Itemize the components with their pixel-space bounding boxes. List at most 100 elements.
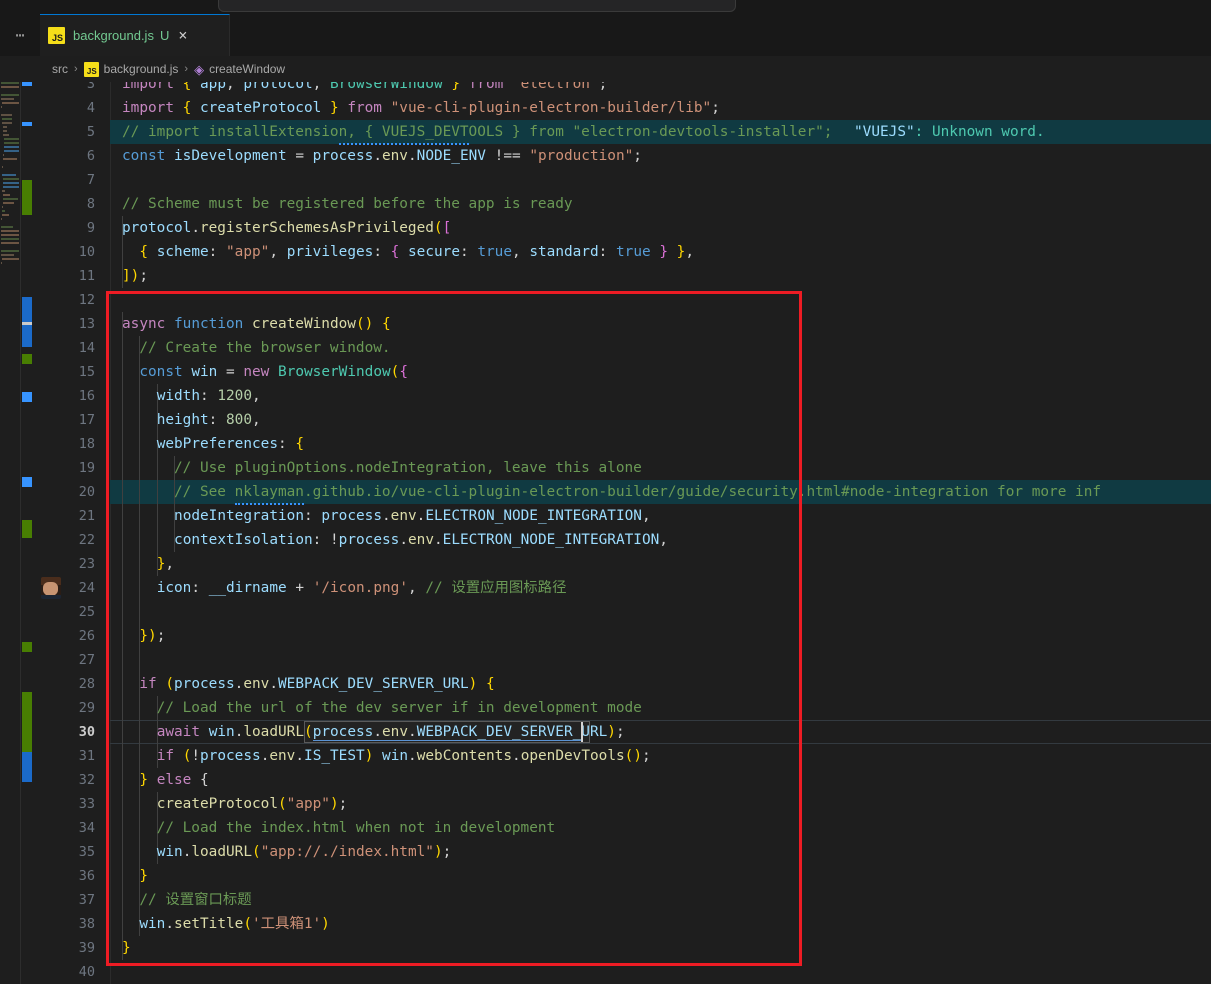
minimap-line xyxy=(1,262,3,264)
breadcrumb-item-symbol[interactable]: ◈ createWindow xyxy=(194,62,285,76)
code-line[interactable]: await win.loadURL(process.env.WEBPACK_DE… xyxy=(110,720,1211,744)
breadcrumb-separator-2: › xyxy=(184,63,189,75)
code-line[interactable]: }); xyxy=(110,624,1211,648)
code-editor[interactable]: 3 4 5 6 7 8 9 10 11 12 13 14 15 16 17 18 19 20 21 22 23 24 25 2… xyxy=(0,82,1211,984)
code-line[interactable]: } xyxy=(110,864,1211,888)
line-number: 32 xyxy=(78,772,95,788)
close-icon[interactable]: × xyxy=(178,28,187,43)
minimap-line xyxy=(3,142,19,144)
line-number: 39 xyxy=(78,940,95,956)
editor-tab-bar: ⋯ JS background.js U × xyxy=(0,14,1211,57)
minimap-line xyxy=(1,190,5,192)
code-line-text: // Create the browser window. xyxy=(139,340,391,356)
code-line-text: // Scheme must be registered before the … xyxy=(122,196,573,212)
code-line[interactable] xyxy=(110,648,1211,672)
code-line[interactable]: // Load the index.html when not in devel… xyxy=(110,816,1211,840)
code-line[interactable]: if (process.env.WEBPACK_DEV_SERVER_URL) … xyxy=(110,672,1211,696)
code-line[interactable]: const win = new BrowserWindow({ xyxy=(110,360,1211,384)
line-number: 27 xyxy=(78,652,95,668)
code-line-text: contextIsolation: !process.env.ELECTRON_… xyxy=(174,532,668,548)
line-number: 10 xyxy=(78,244,95,260)
code-line[interactable]: { scheme: "app", privileges: { secure: t… xyxy=(110,240,1211,264)
tab-overflow-dots-icon[interactable]: ⋯ xyxy=(0,14,40,56)
minimap-line xyxy=(1,250,19,252)
code-line[interactable]: createProtocol("app"); xyxy=(110,792,1211,816)
tab-label: background.js xyxy=(73,28,154,43)
editor-tab-background-js[interactable]: JS background.js U × xyxy=(40,14,230,56)
breadcrumb: src › JS background.js › ◈ createWindow xyxy=(0,56,1211,82)
code-line-text: height: 800, xyxy=(156,412,261,428)
code-line[interactable]: win.loadURL("app://./index.html"); xyxy=(110,840,1211,864)
hint-word: "VUEJS" xyxy=(854,124,915,140)
code-line[interactable]: const isDevelopment = process.env.NODE_E… xyxy=(110,144,1211,168)
code-line[interactable]: import { app, protocol, BrowserWindow } … xyxy=(110,82,1211,96)
code-line[interactable]: } else { xyxy=(110,768,1211,792)
code-line-text: import { createProtocol } from "vue-cli-… xyxy=(122,100,720,116)
code-line[interactable]: win.setTitle('工具箱1') xyxy=(110,912,1211,936)
line-number: 8 xyxy=(86,196,95,212)
line-number: 20 xyxy=(78,484,95,500)
code-line-text: }); xyxy=(139,628,166,644)
code-line[interactable]: // Create the browser window. xyxy=(110,336,1211,360)
spelling-squiggle xyxy=(338,139,469,145)
code-surface[interactable]: import { app, protocol, BrowserWindow } … xyxy=(110,82,1211,984)
code-line-text: win.setTitle('工具箱1') xyxy=(139,916,330,932)
code-line[interactable]: height: 800, xyxy=(110,408,1211,432)
code-line-text: const win = new BrowserWindow({ xyxy=(139,364,409,380)
code-line[interactable]: contextIsolation: !process.env.ELECTRON_… xyxy=(110,528,1211,552)
minimap-line xyxy=(1,174,16,176)
code-line[interactable]: import { createProtocol } from "vue-cli-… xyxy=(110,96,1211,120)
line-number: 35 xyxy=(78,844,95,860)
inline-diagnostic-hint: "VUEJS": Unknown word. xyxy=(110,120,1211,144)
code-line-text: if (process.env.WEBPACK_DEV_SERVER_URL) … xyxy=(139,676,495,692)
code-line-text: win.loadURL("app://./index.html"); xyxy=(156,844,452,860)
minimap-line xyxy=(1,230,19,232)
code-line-text: } xyxy=(122,940,131,956)
symbol-method-icon: ◈ xyxy=(194,61,205,77)
minimap-line xyxy=(1,106,3,108)
code-line[interactable]: // 设置窗口标题 xyxy=(110,888,1211,912)
code-line-text: } else { xyxy=(139,772,209,788)
code-line[interactable]: // Load the url of the dev server if in … xyxy=(110,696,1211,720)
line-number-gutter: 3 4 5 6 7 8 9 10 11 12 13 14 15 16 17 18 19 20 21 22 23 24 25 2… xyxy=(33,82,109,984)
minimap-line xyxy=(3,146,19,148)
breadcrumb-separator-1: › xyxy=(74,63,78,75)
minimap-line xyxy=(1,214,9,216)
code-line[interactable]: protocol.registerSchemesAsPrivileged([ xyxy=(110,216,1211,240)
minimap-line xyxy=(2,126,7,128)
code-line[interactable]: async function createWindow() { xyxy=(110,312,1211,336)
code-line[interactable]: nodeIntegration: process.env.ELECTRON_NO… xyxy=(110,504,1211,528)
code-line[interactable]: icon: __dirname + '/icon.png', // 设置应用图标… xyxy=(110,576,1211,600)
line-number: 36 xyxy=(78,868,95,884)
minimap-line xyxy=(2,158,18,160)
author-avatar[interactable] xyxy=(41,577,61,599)
vscode-window: ⋯ JS background.js U × src › JS backgrou… xyxy=(0,0,1211,984)
line-number: 12 xyxy=(78,292,95,308)
breadcrumb-item-folder[interactable]: src xyxy=(52,62,68,76)
code-line[interactable]: }, xyxy=(110,552,1211,576)
minimap-line xyxy=(1,242,19,244)
vertical-scrollbar[interactable] xyxy=(1201,82,1211,984)
code-line-text: if (!process.env.IS_TEST) win.webContent… xyxy=(156,748,651,764)
code-line[interactable]: if (!process.env.IS_TEST) win.webContent… xyxy=(110,744,1211,768)
minimap-line xyxy=(1,114,12,116)
code-line[interactable] xyxy=(110,960,1211,984)
code-line[interactable]: } xyxy=(110,936,1211,960)
code-line-text: webPreferences: { xyxy=(156,436,304,452)
code-line[interactable] xyxy=(110,168,1211,192)
code-line[interactable]: webPreferences: { xyxy=(110,432,1211,456)
partial-overlay-panel xyxy=(218,0,736,12)
line-number: 21 xyxy=(78,508,95,524)
code-line[interactable] xyxy=(110,288,1211,312)
code-line[interactable] xyxy=(110,600,1211,624)
code-line[interactable]: ]); xyxy=(110,264,1211,288)
minimap-line xyxy=(2,202,15,204)
code-line[interactable]: // Scheme must be registered before the … xyxy=(110,192,1211,216)
code-line-text: import { app, protocol, BrowserWindow } … xyxy=(122,82,608,92)
minimap-line xyxy=(2,130,7,132)
breadcrumb-item-file[interactable]: JS background.js xyxy=(83,61,178,77)
minimap[interactable] xyxy=(0,82,20,984)
code-line[interactable]: width: 1200, xyxy=(110,384,1211,408)
line-number: 34 xyxy=(78,820,95,836)
code-line[interactable]: // Use pluginOptions.nodeIntegration, le… xyxy=(110,456,1211,480)
